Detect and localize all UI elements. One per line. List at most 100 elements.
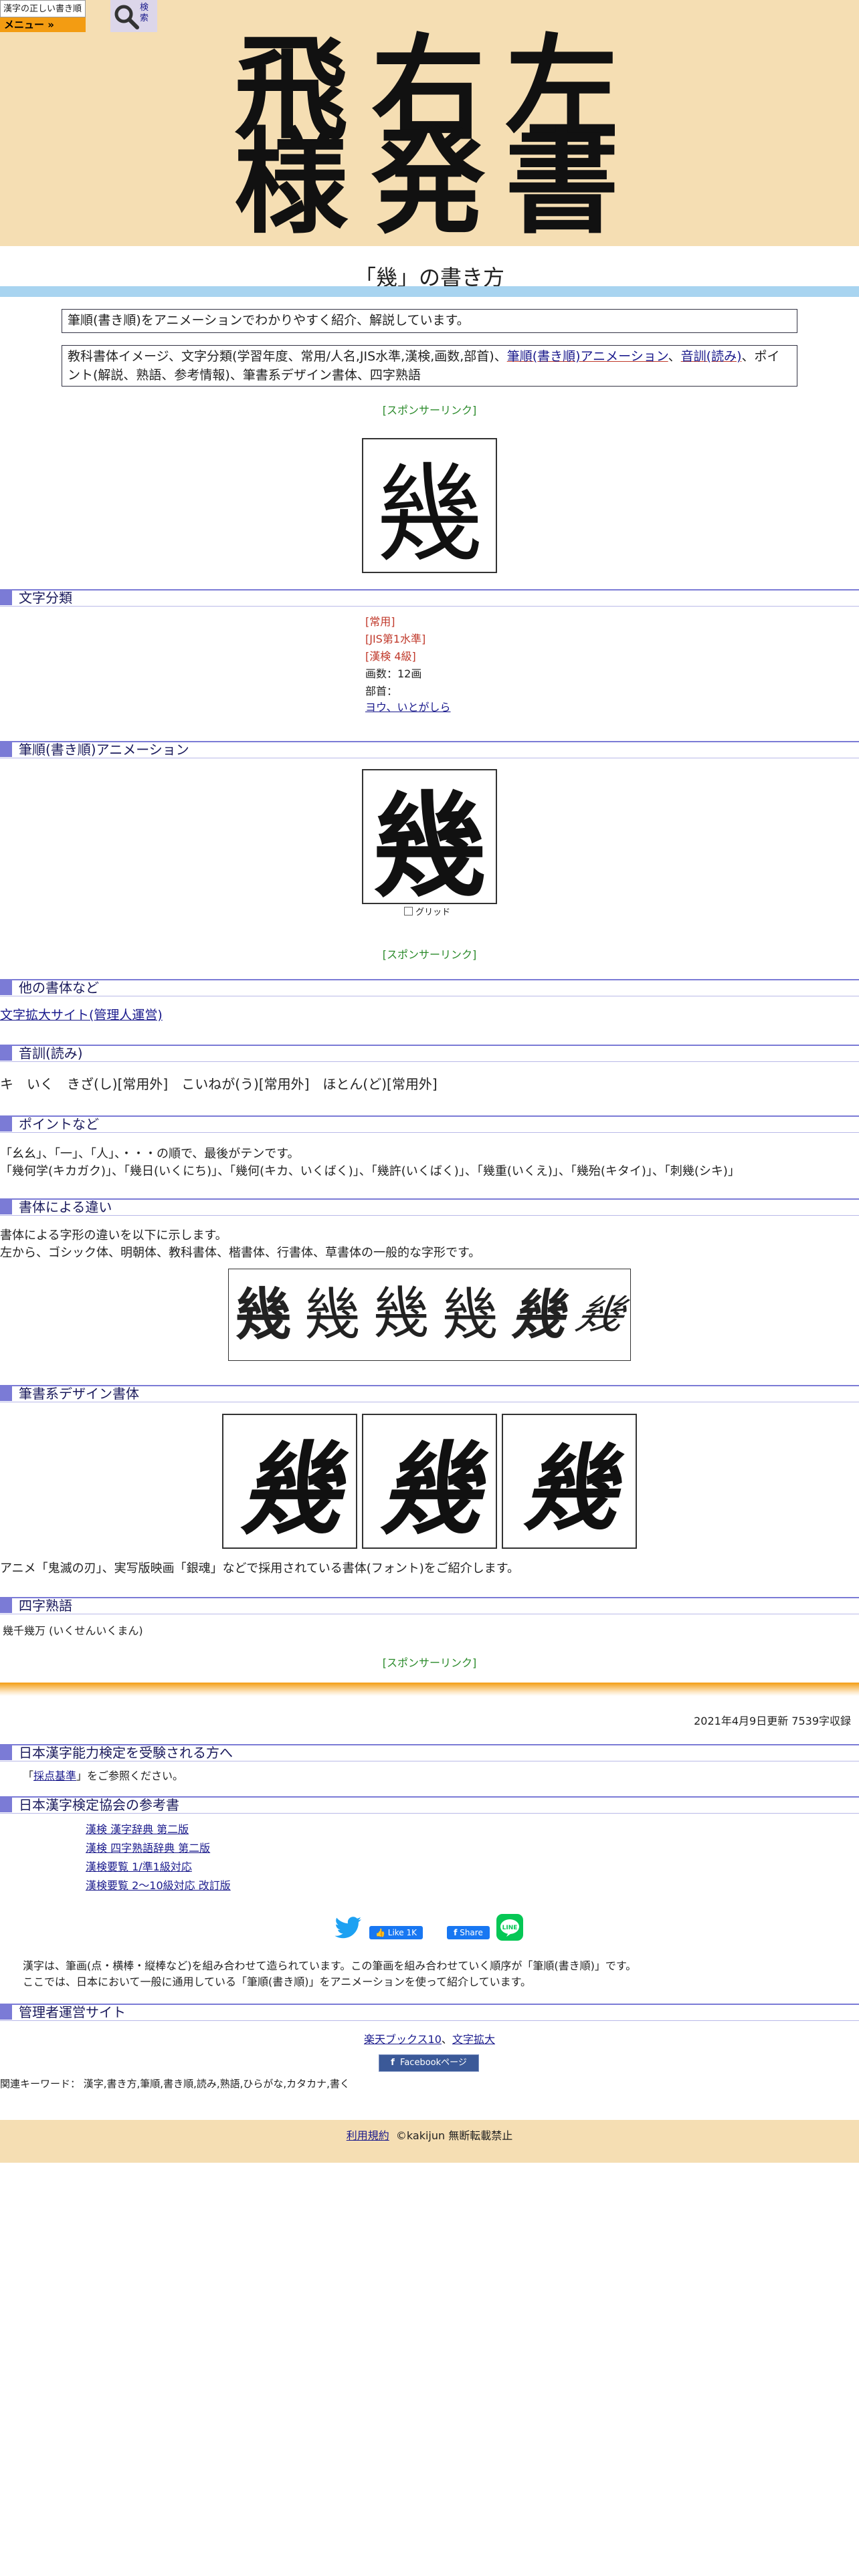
sponsor-link-3[interactable]: [スポンサーリンク]: [0, 1654, 859, 1670]
title-underline: [0, 286, 859, 297]
section-title: 筆書系デザイン書体: [19, 1386, 139, 1402]
facebook-page-button[interactable]: f Facebookページ: [379, 2054, 479, 2072]
twitter-icon[interactable]: [335, 1917, 363, 1939]
fude-font-3: 幾: [502, 1414, 637, 1549]
section-title: 他の書体など: [19, 980, 99, 996]
section-marker: [0, 1798, 12, 1812]
section-marker: [0, 591, 12, 605]
kanji-mincho: 幾: [304, 1282, 361, 1348]
section-marker: [0, 1046, 12, 1061]
related-keywords: 関連キーワード： 漢字,書き方,筆順,書き順,読み,熟語,ひらがな,カタカナ,書…: [0, 2078, 350, 2090]
class-joyo[interactable]: [常用]: [365, 614, 395, 630]
kanji-sosho: 幾: [571, 1291, 630, 1338]
section-marker: [0, 2005, 12, 2020]
sponsor-link-2[interactable]: [スポンサーリンク]: [0, 946, 859, 962]
section-yoji: 四字熟語: [0, 1597, 859, 1614]
section-points: ポイントなど: [0, 1115, 859, 1133]
section-other-fonts: 他の書体など: [0, 979, 859, 996]
points-line-1: 「幺幺」、「一」、「人」、・・・の順で、最後がテンです。: [0, 1147, 300, 1161]
section-kentei-2: 日本漢字検定協会の参考書: [0, 1796, 859, 1814]
book-link-4[interactable]: 漢検要覧 2～10級対応 改訂版: [86, 1878, 231, 1894]
admin-sep: 、: [441, 2033, 452, 2046]
section-marker: [0, 1598, 12, 1613]
explain-line-2: ここでは、日本において一般に通用している「筆順(書き順)」をアニメーションを使っ…: [23, 1975, 532, 1988]
grid-toggle[interactable]: グリッド: [404, 907, 450, 919]
kanji-kyokasho: 幾: [362, 438, 497, 577]
hero-char-5: 発: [371, 116, 486, 249]
facebook-icon: f: [391, 2058, 395, 2068]
contents-sep: 、: [668, 349, 681, 364]
thumbs-up-icon: 👍: [375, 1928, 385, 1937]
section-marker: [0, 1745, 12, 1760]
section-onkun: 音訓(読み): [0, 1045, 859, 1062]
kentei-ref-prefix: 「: [23, 1769, 34, 1782]
section-title: ポイントなど: [19, 1116, 99, 1132]
section-marker: [0, 1117, 12, 1132]
site-logo[interactable]: 漢字の正しい書き順(筆順): [0, 0, 86, 31]
hero-char-4: 様: [234, 116, 349, 249]
fude-font-1: 幾: [222, 1414, 357, 1549]
font-comparison: 幾 幾 幾 幾 幾 幾: [228, 1269, 631, 1361]
section-marker: [0, 1200, 12, 1214]
section-marker: [0, 980, 12, 995]
class-kanken[interactable]: [漢検 4級]: [365, 649, 416, 665]
facebook-icon: f: [454, 1928, 458, 1937]
zoom-link[interactable]: 文字拡大: [452, 2033, 495, 2046]
facebook-like-button[interactable]: 👍 Like 1K: [369, 1926, 423, 1939]
hero-char-6: 書: [505, 116, 619, 249]
stroke-animation: 幾: [362, 769, 497, 914]
svg-text:LINE: LINE: [502, 1925, 518, 1931]
search-label: 検索: [140, 3, 149, 23]
grid-checkbox[interactable]: [404, 907, 413, 916]
fude-glyph: 幾: [239, 1430, 340, 1549]
terms-link[interactable]: 利用規約: [347, 2129, 389, 2142]
kanji-gyosho: 幾: [510, 1283, 565, 1346]
book-link-3[interactable]: 漢検要覧 1/準1級対応: [86, 1859, 192, 1875]
kentei-ref-suffix: 」をご参照ください。: [76, 1769, 184, 1782]
book-link-2[interactable]: 漢検 四字熟語辞典 第二版: [86, 1840, 210, 1856]
section-marker: [0, 742, 12, 757]
menu-button[interactable]: メニュー »: [0, 17, 86, 32]
facebook-share-button[interactable]: f Share: [447, 1926, 490, 1939]
book-link-1[interactable]: 漢検 漢字辞典 第二版: [86, 1822, 189, 1838]
zoom-site-link[interactable]: 文字拡大サイト(管理人運営): [0, 1006, 163, 1025]
kanji-glyph: 幾: [375, 452, 483, 577]
fude-font-2: 幾: [362, 1414, 497, 1549]
fude-glyph: 幾: [522, 1434, 616, 1544]
class-bushu-link[interactable]: ヨウ、いとがしら: [365, 700, 451, 716]
class-strokes: 画数：12画: [365, 667, 422, 680]
facebook-page-label: Facebookページ: [400, 2058, 467, 2068]
contents-link-animation[interactable]: 筆順(書き順)アニメーション: [507, 349, 668, 364]
fude-caption: アニメ「鬼滅の刃」、実写版映画「銀魂」などで採用されている書体(フォント)をご紹…: [0, 1562, 519, 1576]
explain-line-1: 漢字は、筆画(点・横棒・縦棒など)を組み合わせて造られています。この筆画を組み合…: [23, 1959, 637, 1972]
scoring-criteria-link[interactable]: 採点基準: [33, 1769, 76, 1782]
section-title: 文字分類: [19, 590, 72, 606]
section-bunrui: 文字分類: [0, 589, 859, 607]
rakuten-link[interactable]: 楽天ブックス10: [364, 2033, 442, 2046]
section-title: 筆順(書き順)アニメーション: [19, 742, 189, 758]
line-icon[interactable]: LINE: [496, 1914, 523, 1941]
search-icon: [114, 5, 139, 29]
kentei-ref: 「採点基準」をご参照ください。: [23, 1768, 183, 1784]
search-button[interactable]: 検索: [110, 0, 157, 32]
onkun-text: キ いく きざ(し)[常用外] こいねが(う)[常用外] ほとん(ど)[常用外]: [0, 1076, 438, 1092]
like-label: Like 1K: [387, 1928, 417, 1937]
section-title: 四字熟語: [19, 1598, 72, 1614]
kanji-gothic: 幾: [235, 1282, 292, 1348]
section-title: 管理者運営サイト: [19, 2004, 126, 2020]
intro-box: 筆順(書き順)をアニメーションでわかりやすく紹介、解説しています。: [62, 309, 797, 333]
section-kanri: 管理者運営サイト: [0, 2004, 859, 2021]
animation-glyph: 幾: [372, 780, 486, 914]
fude-glyph: 幾: [379, 1430, 480, 1549]
footer-divider: [0, 1683, 859, 1696]
section-title: 音訓(読み): [19, 1045, 83, 1061]
class-jis[interactable]: [JIS第1水準]: [365, 631, 425, 647]
share-label: Share: [460, 1928, 483, 1937]
section-title: 日本漢字能力検定を受験される方へ: [19, 1745, 233, 1761]
contents-link-onkun[interactable]: 音訓(読み): [681, 349, 742, 364]
class-bushu-label: 部首：: [365, 685, 398, 697]
section-kentei-1: 日本漢字能力検定を受験される方へ: [0, 1744, 859, 1761]
sponsor-link-1[interactable]: [スポンサーリンク]: [0, 401, 859, 417]
contents-box: 教科書体イメージ、文字分類(学習年度、常用/人名,JIS水準,漢検,画数,部首)…: [62, 345, 797, 387]
kanji-kaisho: 幾: [442, 1282, 498, 1348]
